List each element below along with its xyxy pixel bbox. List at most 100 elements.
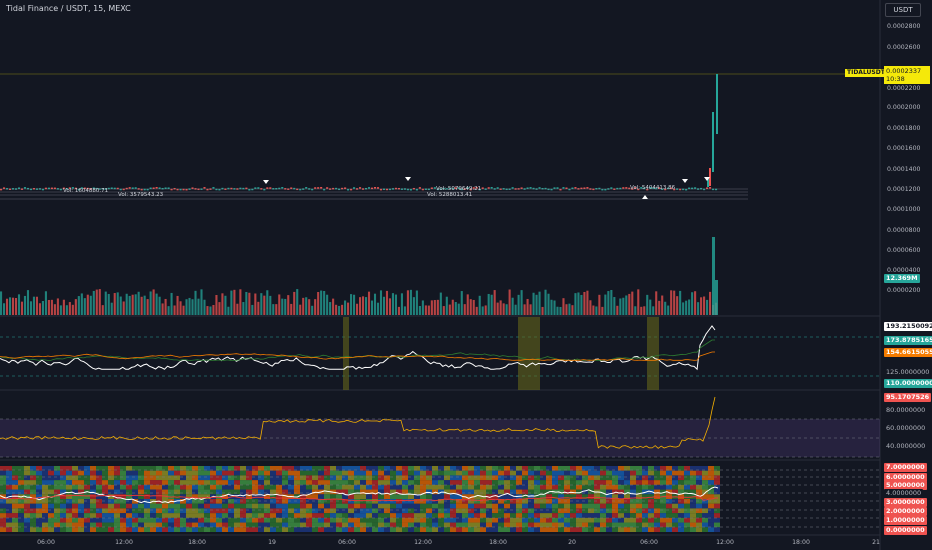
heat-cell xyxy=(216,508,222,514)
heat-cell xyxy=(606,522,612,528)
candle xyxy=(173,187,176,190)
candle xyxy=(203,187,206,189)
heat-cell xyxy=(390,494,396,499)
heat-cell xyxy=(318,470,324,476)
heat-cell xyxy=(144,522,150,528)
volume-bar xyxy=(481,306,484,315)
heat-cell xyxy=(324,494,330,499)
heat-cell xyxy=(684,470,690,476)
heat-cell xyxy=(96,499,102,504)
heat-cell xyxy=(318,513,324,518)
heat-cell xyxy=(636,527,642,532)
heat-cell xyxy=(312,527,318,532)
heat-cell xyxy=(384,508,390,514)
volume-bar xyxy=(607,291,610,315)
heat-cell xyxy=(462,503,468,509)
chart-canvas[interactable] xyxy=(0,0,932,550)
heat-cell xyxy=(702,503,708,509)
heat-cell xyxy=(408,499,414,504)
heat-cell xyxy=(510,508,516,514)
heat-cell xyxy=(72,513,78,518)
heat-cell xyxy=(294,499,300,504)
heat-cell xyxy=(204,508,210,514)
volume-bar xyxy=(532,292,535,315)
volume-bar xyxy=(436,299,439,315)
heat-cell xyxy=(558,480,564,485)
heat-cell xyxy=(96,484,102,490)
heat-cell xyxy=(162,470,168,476)
heat-cell xyxy=(618,508,624,514)
heat-cell xyxy=(132,470,138,476)
heat-cell xyxy=(510,517,516,523)
heat-cell xyxy=(348,513,354,518)
heat-cell xyxy=(348,475,354,481)
heat-cell xyxy=(438,508,444,514)
heat-cell xyxy=(708,513,714,518)
heat-cell xyxy=(354,470,360,476)
volume-bar xyxy=(2,303,6,315)
heat-cell xyxy=(468,508,474,514)
heat-cell xyxy=(654,508,660,514)
heat-cell xyxy=(258,489,264,495)
heat-cell xyxy=(348,517,354,523)
heat-cell xyxy=(492,489,498,495)
heat-cell xyxy=(630,475,636,481)
heat-cell xyxy=(216,513,222,518)
heat-cell xyxy=(672,470,678,476)
heat-cell xyxy=(414,484,420,490)
candle xyxy=(700,187,703,190)
volume-bar xyxy=(487,293,490,315)
heat-cell xyxy=(546,522,552,528)
heat-cell xyxy=(222,499,228,504)
heat-cell xyxy=(354,499,360,504)
heat-cell xyxy=(510,475,516,481)
heat-cell xyxy=(312,470,318,476)
heat-cell xyxy=(162,484,168,490)
heat-cell xyxy=(6,522,12,528)
heat-cell xyxy=(120,503,126,509)
heat-cell xyxy=(60,480,66,485)
heat-cell xyxy=(144,470,150,476)
heat-cell xyxy=(528,489,534,495)
volume-bar xyxy=(143,295,146,315)
heat-cell xyxy=(384,517,390,523)
price-axis-label: 0.0002800 xyxy=(887,23,921,30)
heat-cell xyxy=(624,508,630,514)
heat-cell xyxy=(252,517,258,523)
heat-cell xyxy=(402,499,408,504)
heat-cell xyxy=(660,484,666,490)
heat-cell xyxy=(30,489,36,495)
heat-cell xyxy=(162,475,168,481)
heat-cell xyxy=(354,480,360,485)
heat-cell xyxy=(276,508,282,514)
heat-cell xyxy=(354,503,360,509)
heat-cell xyxy=(636,499,642,504)
volume-bar xyxy=(676,296,679,315)
heat-cell xyxy=(294,489,300,495)
heat-cell xyxy=(0,499,6,504)
heat-cell xyxy=(684,475,690,481)
heat-cell xyxy=(0,522,6,528)
heat-cell xyxy=(456,480,462,485)
heat-cell xyxy=(300,470,306,476)
candle xyxy=(254,187,257,189)
heat-cell xyxy=(90,522,96,528)
currency-button[interactable]: USDT xyxy=(885,3,921,17)
osc2-badge: 80.0000000 xyxy=(884,406,928,415)
heat-cell xyxy=(48,499,54,504)
heat-cell xyxy=(258,527,264,532)
heat-cell xyxy=(438,503,444,509)
volume-bar xyxy=(134,294,137,315)
volume-bar xyxy=(86,294,89,315)
osc2-badge: 40.0000000 xyxy=(884,442,928,451)
volume-bar xyxy=(700,297,703,315)
heat-cell xyxy=(192,513,198,518)
heat-cell xyxy=(108,503,114,509)
heat-cell xyxy=(318,503,324,509)
osc3-badge: 7.0000000 xyxy=(884,463,927,472)
heat-cell xyxy=(228,480,234,485)
heat-cell xyxy=(378,503,384,509)
heat-cell xyxy=(516,522,522,528)
heat-cell xyxy=(456,522,462,528)
heat-cell xyxy=(468,475,474,481)
